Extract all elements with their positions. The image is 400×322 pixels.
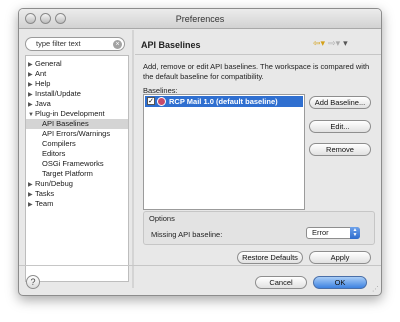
restore-defaults-button[interactable]: Restore Defaults bbox=[237, 251, 303, 264]
tree-item-label: Help bbox=[35, 79, 51, 88]
tree-item-help[interactable]: ▶ Help bbox=[28, 79, 50, 89]
tree-item-label: Plug-in Development bbox=[35, 109, 105, 118]
select-arrows-icon[interactable]: ▲ ▼ bbox=[350, 227, 360, 239]
tree-item-label: API Baselines bbox=[42, 119, 89, 128]
tree-item-osgi-frameworks[interactable]: OSGi Frameworks bbox=[42, 159, 104, 169]
apply-button[interactable]: Apply bbox=[309, 251, 371, 264]
tree-item-install-update[interactable]: ▶ Install/Update bbox=[28, 89, 81, 99]
cancel-button[interactable]: Cancel bbox=[255, 276, 307, 289]
preferences-window: Preferences type filter text × ▶ General … bbox=[18, 8, 382, 296]
back-arrow-icon[interactable]: ⇦▾ bbox=[313, 38, 325, 49]
missing-baseline-label: Missing API baseline: bbox=[151, 230, 223, 239]
tree-item-label: General bbox=[35, 59, 62, 68]
view-menu-icon[interactable]: ▾ bbox=[343, 38, 348, 49]
tree-item-label: API Errors/Warnings bbox=[42, 129, 111, 138]
tree-item-label: Tasks bbox=[35, 189, 55, 198]
tree-item-label: Editors bbox=[42, 149, 66, 158]
add-baseline-button[interactable]: Add Baseline... bbox=[309, 96, 371, 109]
baseline-checkbox[interactable]: ✓ bbox=[147, 97, 155, 105]
tree-item-label: Java bbox=[35, 99, 51, 108]
preference-tree[interactable]: ▶ General ▶ Ant ▶ Help ▶ Install/Update ▶ Jav… bbox=[25, 55, 129, 282]
ok-button[interactable]: OK bbox=[313, 276, 367, 289]
remove-baseline-button[interactable]: Remove bbox=[309, 143, 371, 156]
tree-item-label: Compilers bbox=[42, 139, 76, 148]
tree-item-java[interactable]: ▶ Java bbox=[28, 99, 51, 109]
tree-item-run-debug[interactable]: ▶ Run/Debug bbox=[28, 179, 73, 189]
tree-item-ant[interactable]: ▶ Ant bbox=[28, 69, 46, 79]
title-bar: Preferences bbox=[19, 9, 381, 29]
clear-filter-icon[interactable]: × bbox=[113, 40, 122, 49]
filter-input[interactable]: type filter text bbox=[25, 37, 125, 51]
page-title: API Baselines bbox=[141, 40, 201, 50]
tree-item-label: Install/Update bbox=[35, 89, 81, 98]
tree-item-api-errors-warnings[interactable]: API Errors/Warnings bbox=[42, 129, 110, 139]
window-title: Preferences bbox=[175, 14, 225, 24]
tree-item-compilers[interactable]: Compilers bbox=[42, 139, 76, 149]
help-icon[interactable]: ? bbox=[26, 275, 40, 289]
baseline-name: RCP Mail 1.0 (default baseline) bbox=[169, 97, 278, 106]
tree-item-general[interactable]: ▶ General bbox=[28, 59, 62, 69]
tree-item-tasks[interactable]: ▶ Tasks bbox=[28, 189, 54, 199]
baseline-icon bbox=[157, 97, 166, 106]
tree-item-label: Target Platform bbox=[42, 169, 93, 178]
forward-arrow-icon[interactable]: ⇨▾ bbox=[328, 38, 340, 49]
tree-item-api-baselines[interactable]: API Baselines bbox=[26, 119, 128, 129]
tree-item-label: OSGi Frameworks bbox=[42, 159, 104, 168]
resize-grip-icon[interactable]: ⋰ bbox=[372, 285, 379, 293]
missing-baseline-value: Error bbox=[312, 228, 329, 237]
options-legend: Options bbox=[149, 214, 175, 223]
missing-baseline-select[interactable]: Error ▲ ▼ bbox=[306, 227, 360, 239]
page-description: Add, remove or edit API baselines. The w… bbox=[143, 62, 370, 81]
tree-item-editors[interactable]: Editors bbox=[42, 149, 65, 159]
panel-divider[interactable] bbox=[132, 30, 134, 288]
tree-item-label: Ant bbox=[35, 69, 47, 78]
baseline-list[interactable]: ✓ RCP Mail 1.0 (default baseline) bbox=[143, 94, 305, 210]
header-separator bbox=[135, 54, 381, 55]
history-nav: ⇦▾ ⇨▾ ▾ bbox=[313, 38, 351, 49]
expand-arrow-icon[interactable]: ▶ bbox=[28, 200, 35, 210]
tree-item-team[interactable]: ▶ Team bbox=[28, 199, 53, 209]
footer-separator bbox=[19, 265, 381, 266]
baseline-row[interactable]: ✓ RCP Mail 1.0 (default baseline) bbox=[145, 96, 303, 107]
tree-item-target-platform[interactable]: Target Platform bbox=[42, 169, 93, 179]
tree-item-label: Run/Debug bbox=[35, 179, 73, 188]
edit-baseline-button[interactable]: Edit... bbox=[309, 120, 371, 133]
tree-item-label: Team bbox=[35, 199, 54, 208]
tree-item-plugin-development[interactable]: ▼Plug-in Development bbox=[28, 109, 105, 119]
dialog-content: type filter text × ▶ General ▶ Ant ▶ Help ▶… bbox=[19, 30, 381, 295]
